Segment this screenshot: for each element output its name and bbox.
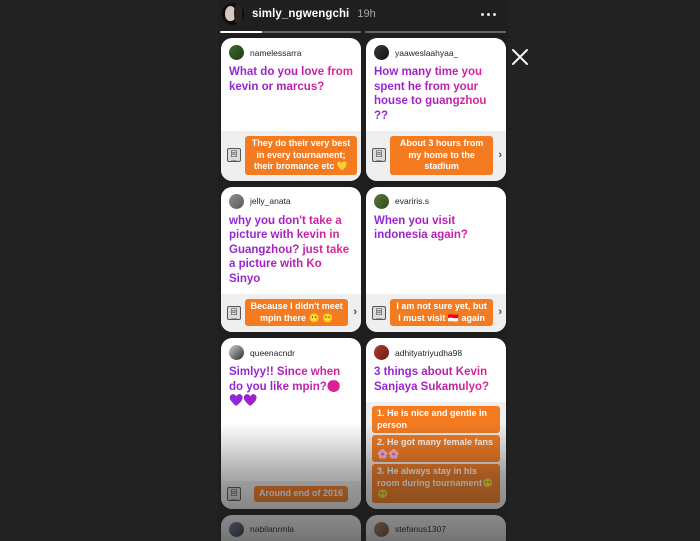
question-card[interactable]: jelly_anatawhy you don't take a picture … — [221, 186, 361, 332]
card-header: queenacndr — [221, 338, 361, 363]
dot — [487, 12, 490, 16]
avatar-hair — [234, 4, 242, 24]
more-options-icon[interactable] — [479, 7, 498, 22]
avatar[interactable] — [374, 345, 389, 360]
question-text: What do you love from kevin or marcus? — [221, 63, 361, 102]
progress-segment[interactable] — [365, 30, 506, 33]
question-text: why you don't take a picture with kevin … — [221, 212, 361, 295]
reply-bubble-list: About 3 hours from my home to the stadiu… — [390, 136, 494, 175]
reply-bubble-list: Around end of 2016 — [245, 486, 357, 502]
progress-segment[interactable] — [220, 30, 361, 33]
close-icon[interactable] — [508, 45, 532, 69]
question-text: Simlyy!! Since when do you like mpin?😍 💖… — [221, 363, 361, 417]
reply-bubble-list: They do their very best in every tournam… — [245, 136, 357, 175]
reply-bubble: 3. He always stay in his room during tou… — [372, 464, 500, 503]
reply-bubble-list: I am not sure yet, but I must visit 🇮🇩 a… — [390, 299, 494, 326]
chevron-right-icon[interactable]: › — [352, 307, 357, 318]
reply-icon[interactable]: 回覆 — [227, 148, 241, 163]
question-cards-grid: namelessarra What do you love from kevin … — [218, 38, 508, 541]
asker-username[interactable]: nabilanrmla — [250, 524, 294, 534]
asker-username[interactable]: namelessarra — [250, 48, 302, 58]
avatar[interactable] — [229, 45, 244, 60]
story-viewer[interactable]: simly_ngwengchi 19h namelessarra What do … — [218, 0, 508, 541]
story-timestamp: 19h — [357, 8, 376, 20]
reply-bubble-list: Because I didn't meet mpin there 😶 😶 — [245, 299, 349, 326]
reply-bubble: They do their very best in every tournam… — [245, 136, 357, 175]
chevron-right-icon[interactable]: › — [497, 307, 502, 318]
avatar[interactable] — [374, 45, 389, 60]
dot — [493, 12, 496, 16]
question-card[interactable]: queenacndr Simlyy!! Since when do you lik… — [221, 338, 361, 509]
avatar[interactable] — [374, 521, 389, 537]
avatar[interactable] — [229, 345, 244, 360]
asker-username[interactable]: yaaweslaahyaa_ — [395, 48, 458, 58]
reply-area: 回覆 I am not sure yet, but I must visit 🇮🇩… — [366, 294, 506, 332]
question-card[interactable]: yaaweslaahyaa_ How many time you spent he… — [366, 38, 506, 181]
reply-icon[interactable]: 回覆 — [372, 148, 386, 163]
reply-area: 回覆 About 3 hours from my home to the stad… — [366, 131, 506, 181]
question-card[interactable]: nabilanrmlaYou r the best kevin fangirl.… — [221, 514, 361, 541]
asker-username[interactable]: adhityatriyudha98 — [395, 348, 462, 358]
asker-username[interactable]: jelly_anata — [250, 196, 291, 206]
reply-bubble: About 3 hours from my home to the stadiu… — [390, 136, 494, 175]
avatar[interactable] — [229, 193, 244, 209]
reply-area: 1. He is nice and gentle in person 2. He … — [366, 402, 506, 509]
reply-area: 回覆 They do their very best in every tourn… — [221, 131, 361, 181]
question-card[interactable]: adhityatriyudha98 3 things about Kevin Sa… — [366, 338, 506, 509]
reply-bubble: Because I didn't meet mpin there 😶 😶 — [245, 299, 349, 326]
question-text: When you visit indonesia again? — [366, 212, 506, 251]
reply-bubble: 1. He is nice and gentle in person — [372, 406, 500, 433]
question-card[interactable]: namelessarra What do you love from kevin … — [221, 38, 361, 181]
card-header: jelly_anata — [221, 187, 361, 212]
chevron-right-icon[interactable]: › — [497, 149, 502, 161]
card-header: evariris.s — [366, 187, 506, 212]
card-header: namelessarra — [221, 38, 361, 63]
story-header: simly_ngwengchi 19h — [218, 0, 508, 28]
reply-area: 回覆 Because I didn't meet mpin there 😶 😶› — [221, 294, 361, 332]
card-header: adhityatriyudha98 — [366, 338, 506, 363]
avatar[interactable] — [222, 3, 244, 25]
question-card[interactable]: stefanus1307Bisa bicara bahasa indonesia… — [366, 514, 506, 541]
reply-bubble: I am not sure yet, but I must visit 🇮🇩 a… — [390, 299, 494, 326]
question-card[interactable]: evariris.s When you visit indonesia again… — [366, 186, 506, 332]
reply-icon[interactable]: 回覆 — [372, 305, 386, 320]
asker-username[interactable]: stefanus1307 — [395, 524, 446, 534]
avatar[interactable] — [229, 521, 244, 537]
card-header: stefanus1307 — [366, 515, 506, 540]
avatar[interactable] — [374, 193, 389, 209]
story-progress-bars — [218, 30, 508, 33]
reply-icon[interactable]: 回覆 — [227, 305, 241, 320]
dot — [481, 12, 484, 16]
card-header: yaaweslaahyaa_ — [366, 38, 506, 63]
card-header: nabilanrmla — [221, 515, 361, 540]
reply-area: 回覆 Around end of 2016 — [221, 480, 361, 509]
asker-username[interactable]: evariris.s — [395, 196, 429, 206]
progress-fill — [220, 30, 263, 33]
question-text: 3 things about Kevin Sanjaya Sukamulyo? — [366, 363, 506, 402]
owner-username[interactable]: simly_ngwengchi — [252, 8, 349, 20]
reply-bubble: Around end of 2016 — [253, 486, 348, 502]
asker-username[interactable]: queenacndr — [250, 348, 295, 358]
reply-bubble: 2. He got many female fans🌸🌸 — [372, 435, 500, 462]
reply-icon[interactable]: 回覆 — [227, 487, 241, 501]
question-text: How many time you spent he from your hou… — [366, 63, 506, 131]
